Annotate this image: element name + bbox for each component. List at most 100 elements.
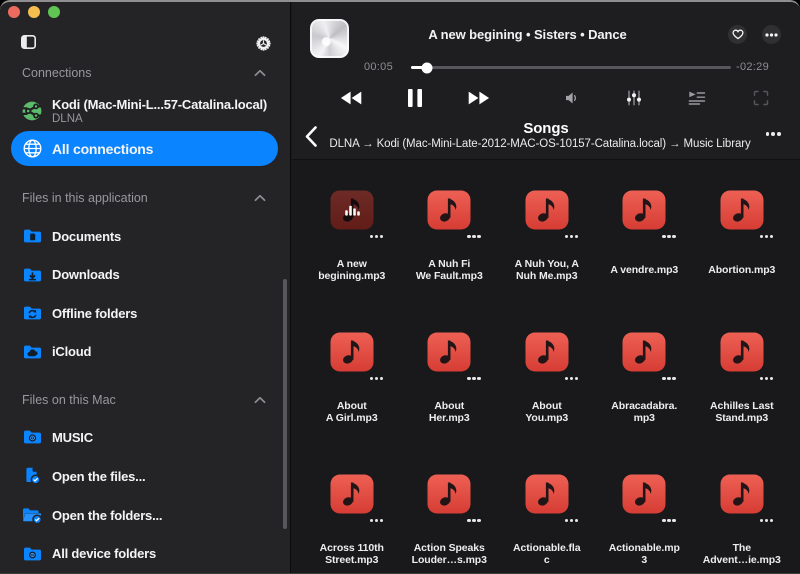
favorite-button[interactable] <box>728 25 747 44</box>
album-art <box>310 19 349 58</box>
sidebar-item-icloud[interactable]: iCloud <box>11 336 278 368</box>
section-header[interactable]: Connections <box>22 64 276 82</box>
file-item[interactable]: A Nuh You, A Nuh Me.mp3 <box>498 190 596 332</box>
file-name: A Nuh You, A Nuh Me.mp3 <box>500 256 594 284</box>
sidebar-item-label: All connections <box>52 141 153 157</box>
file-more-button[interactable] <box>565 377 578 380</box>
music-file-icon <box>330 332 374 372</box>
file-name: A new begining.mp3 <box>305 256 399 284</box>
sidebar-item-offline-folders[interactable]: Offline folders <box>11 297 278 329</box>
section-header[interactable]: Files in this application <box>22 189 276 207</box>
remaining-time: -02:29 <box>736 61 769 73</box>
file-name: The Advent…ie.mp3 <box>695 540 789 568</box>
dlna-server-icon <box>22 101 42 121</box>
fullscreen-button[interactable] <box>754 91 769 106</box>
file-item[interactable]: Across 110th Street.mp3 <box>303 474 401 574</box>
music-file-icon <box>720 474 764 514</box>
chevron-up-icon[interactable] <box>254 189 276 207</box>
sidebar: Connections Kodi (Mac-Mini-L...57-Catalin… <box>0 2 291 573</box>
file-item[interactable]: About A Girl.mp3 <box>303 332 401 474</box>
file-item[interactable]: A Nuh Fi We Fault.mp3 <box>401 190 499 332</box>
file-item[interactable]: Actionable.fla c <box>498 474 596 574</box>
file-more-button[interactable] <box>565 235 578 238</box>
sidebar-item-label: Kodi (Mac-Mini-L...57-Catalina.local) <box>52 97 267 112</box>
file-more-button[interactable] <box>370 519 383 522</box>
sidebar-toggle-icon <box>21 35 36 49</box>
player-panel: A new begining • Sisters • Dance 00:05 -… <box>292 2 800 160</box>
forward-button[interactable] <box>468 91 490 106</box>
sidebar-toggle-button[interactable] <box>19 33 37 51</box>
sidebar-item-all-connections[interactable]: All connections <box>11 131 278 166</box>
file-item[interactable]: A vendre.mp3 <box>596 190 694 332</box>
file-item[interactable]: About Her.mp3 <box>401 332 499 474</box>
settings-button[interactable] <box>254 34 272 52</box>
file-item[interactable]: The Advent…ie.mp3 <box>693 474 791 574</box>
sidebar-item-open-the-folders[interactable]: Open the folders... <box>11 499 278 531</box>
file-item[interactable]: Actionable.mp 3 <box>596 474 694 574</box>
sidebar-item-documents[interactable]: Documents <box>11 220 278 252</box>
breadcrumb[interactable]: DLNA → Kodi (Mac-Mini-Late-2012-MAC-OS-1… <box>320 138 760 150</box>
file-more-button[interactable] <box>370 235 383 238</box>
play-queue-icon <box>689 91 706 105</box>
queue-button[interactable] <box>689 91 706 105</box>
browse-more-button[interactable] <box>766 132 781 136</box>
pause-icon <box>407 89 423 108</box>
equalizer-button[interactable] <box>626 90 642 106</box>
seek-bar[interactable] <box>411 66 731 69</box>
file-item[interactable]: Abortion.mp3 <box>693 190 791 332</box>
music-file-icon <box>427 474 471 514</box>
file-more-button[interactable] <box>760 235 773 238</box>
pause-button[interactable] <box>407 89 423 108</box>
file-name: Achilles Last Stand.mp3 <box>695 398 789 426</box>
sidebar-item-downloads[interactable]: Downloads <box>11 259 278 291</box>
file-more-button[interactable] <box>662 519 675 522</box>
volume-button[interactable] <box>565 92 579 105</box>
music-file-icon <box>720 190 764 230</box>
seek-knob[interactable] <box>422 62 433 73</box>
sidebar-item-music[interactable]: MUSIC <box>11 421 278 453</box>
file-item[interactable]: Action Speaks Louder…s.mp3 <box>401 474 499 574</box>
globe-icon <box>22 139 42 159</box>
sidebar-scrollbar[interactable] <box>283 279 287 529</box>
sidebar-item-label: Downloads <box>52 267 120 282</box>
file-item[interactable]: About You.mp3 <box>498 332 596 474</box>
open-files-icon <box>22 466 42 486</box>
file-more-button[interactable] <box>370 377 383 380</box>
file-more-button[interactable] <box>467 235 480 238</box>
track-more-button[interactable] <box>762 25 781 44</box>
sidebar-item-label: MUSIC <box>52 430 93 445</box>
section-header[interactable]: Files on this Mac <box>22 391 276 409</box>
file-more-button[interactable] <box>662 377 675 380</box>
file-name: About A Girl.mp3 <box>305 398 399 426</box>
chevron-up-icon[interactable] <box>254 64 276 82</box>
sidebar-item-kodi-mac-mini-l-57-catalina-local[interactable]: Kodi (Mac-Mini-L...57-Catalina.local)DLN… <box>11 95 278 127</box>
file-name: Actionable.fla c <box>500 540 594 568</box>
file-more-button[interactable] <box>760 377 773 380</box>
gear-icon <box>255 35 272 52</box>
file-more-button[interactable] <box>467 377 480 380</box>
traffic-lights <box>8 6 60 18</box>
music-file-icon <box>622 190 666 230</box>
file-name: Abortion.mp3 <box>695 256 789 284</box>
minimize-button[interactable] <box>28 6 40 18</box>
file-item[interactable]: A new begining.mp3 <box>303 190 401 332</box>
music-file-icon <box>622 332 666 372</box>
downloads-folder-icon <box>22 265 42 285</box>
section-label: Connections <box>22 66 92 80</box>
sidebar-item-open-the-files[interactable]: Open the files... <box>11 460 278 492</box>
file-more-button[interactable] <box>467 519 480 522</box>
file-more-button[interactable] <box>662 235 675 238</box>
file-name: Action Speaks Louder…s.mp3 <box>403 540 497 568</box>
file-item[interactable]: Abracadabra. mp3 <box>596 332 694 474</box>
file-more-button[interactable] <box>565 519 578 522</box>
browse-title: Songs <box>292 120 800 137</box>
music-file-icon <box>525 474 569 514</box>
file-more-button[interactable] <box>760 519 773 522</box>
rewind-button[interactable] <box>340 91 362 106</box>
chevron-up-icon[interactable] <box>254 391 276 409</box>
file-name: Actionable.mp 3 <box>598 540 692 568</box>
file-item[interactable]: Achilles Last Stand.mp3 <box>693 332 791 474</box>
close-button[interactable] <box>8 6 20 18</box>
sidebar-item-all-device-folders[interactable]: All device folders <box>11 538 278 570</box>
zoom-button[interactable] <box>48 6 60 18</box>
